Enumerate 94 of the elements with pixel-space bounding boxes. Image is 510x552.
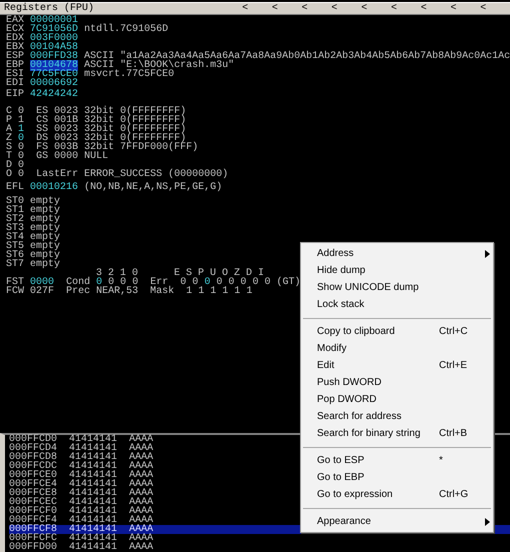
register-comment: ntdll.7C91056D — [84, 24, 168, 35]
error-bit[interactable]: 0 — [240, 277, 246, 288]
register-name: EDI — [6, 78, 24, 89]
flag-value[interactable]: 0 — [18, 142, 24, 153]
condition-bits-header: 3 2 1 0 — [96, 268, 138, 279]
stack-row[interactable]: 000FFCFC 41414141 AAAA — [9, 534, 154, 543]
menu-item[interactable]: Copy to clipboard Ctrl+C — [301, 323, 493, 340]
mask-bit[interactable]: 1 — [186, 286, 192, 297]
register-name: EIP — [6, 89, 24, 100]
menu-item[interactable]: Go to ESP * — [301, 452, 493, 469]
scroll-left-arrow[interactable]: < — [390, 3, 421, 14]
flag-value[interactable]: 0 — [18, 160, 24, 171]
flag-value[interactable]: 0 — [18, 151, 24, 162]
error-bit[interactable]: 0 — [204, 277, 210, 288]
register-comment: msvcrt.77C5FCE0 — [84, 69, 174, 80]
menu-item[interactable]: Show UNICODE dump — [301, 279, 493, 296]
error-bit[interactable]: 0 — [264, 277, 270, 288]
mask-bit[interactable]: 1 — [222, 286, 228, 297]
stack-row[interactable]: 000FFCEC 41414141 AAAA — [9, 498, 154, 507]
error-bits-header: E S P U O Z D I — [174, 268, 264, 279]
fpu-register-value: empty — [30, 232, 60, 243]
menu-item[interactable]: Edit Ctrl+E — [301, 357, 493, 374]
menu-item[interactable]: Go to expression Ctrl+G — [301, 486, 493, 503]
register-value[interactable]: 42424242 — [30, 89, 78, 100]
flag-name: O — [6, 169, 12, 180]
fpu-register-value: empty — [30, 214, 60, 225]
register-name: FCW — [6, 286, 24, 297]
flag-value[interactable]: 0 — [18, 169, 24, 180]
scroll-left-arrow[interactable]: < — [242, 3, 272, 14]
stack-row[interactable]: 000FFD00 41414141 AAAA — [9, 543, 154, 552]
mask-bit[interactable]: 1 — [246, 286, 252, 297]
menu-item[interactable]: Go to EBP — [301, 469, 493, 486]
stack-value: 41414141 — [69, 542, 118, 552]
register-value[interactable]: 000FFD38 — [30, 51, 78, 62]
menu-item[interactable]: Hide dump — [301, 262, 493, 279]
pane-title: Registers (FPU) — [3, 3, 96, 14]
error-bit[interactable]: 0 — [228, 277, 234, 288]
mask-label: Mask — [150, 286, 174, 297]
fpu-register-value: empty — [30, 205, 60, 216]
menu-item[interactable]: Search for binary string Ctrl+B — [301, 425, 493, 442]
flag-name: Z — [6, 133, 12, 144]
compare-result: (GT) — [276, 277, 301, 288]
error-bit[interactable]: 0 — [216, 277, 222, 288]
scroll-left-arrow[interactable]: < — [480, 3, 510, 14]
stack-row[interactable]: 000FFCF4 41414141 AAAA — [9, 516, 154, 525]
stack-row[interactable]: 000FFCE0 41414141 AAAA — [9, 471, 154, 480]
mask-bit[interactable]: 1 — [234, 286, 240, 297]
register-value[interactable]: 027F — [30, 286, 54, 297]
scroll-left-arrow[interactable]: < — [420, 3, 450, 14]
scroll-left-arrow[interactable]: < — [361, 3, 391, 14]
menu-item[interactable]: Pop DWORD — [301, 391, 493, 408]
stack-row[interactable]: 000FFCE8 41414141 AAAA — [9, 489, 154, 498]
fpu-register-value: empty — [30, 250, 60, 261]
stack-row[interactable]: 000FFCD4 41414141 AAAA — [9, 444, 154, 453]
stack-row[interactable]: 000FFCD8 41414141 AAAA — [9, 453, 154, 462]
fpu-register-value: empty — [30, 223, 60, 234]
precision-value: NEAR,53 — [96, 286, 138, 297]
mask-bit[interactable]: 1 — [210, 286, 216, 297]
menu-item[interactable]: Push DWORD — [301, 374, 493, 391]
stack-row[interactable]: 000FFCE4 41414141 AAAA — [9, 480, 154, 489]
stack-row[interactable]: 000FFCDC 41414141 AAAA — [9, 462, 154, 471]
flag-name: D — [6, 160, 12, 171]
stack-address: 000FFD00 — [9, 542, 58, 552]
scroll-left-arrow[interactable]: < — [331, 3, 362, 14]
scroll-left-arrow[interactable]: < — [272, 3, 302, 14]
fpu-register-name: ST7 — [6, 259, 24, 270]
scroll-left-arrow[interactable]: < — [450, 3, 480, 14]
flag-value[interactable]: 0 — [18, 133, 24, 144]
stack-ascii: AAAA — [129, 542, 154, 552]
fpu-register-value: empty — [30, 196, 60, 207]
menu-item[interactable]: Search for address — [301, 408, 493, 425]
menu-item[interactable]: Modify — [301, 340, 493, 357]
flags-decoded: (NO,NB,NE,A,NS,PE,GE,G) — [84, 182, 222, 193]
mask-bit[interactable]: 1 — [198, 286, 204, 297]
scroll-left-arrow[interactable]: < — [302, 3, 332, 14]
register-value[interactable]: 00006692 — [30, 78, 78, 89]
condition-bit[interactable]: 0 — [120, 277, 126, 288]
fpu-register-value: empty — [30, 259, 60, 270]
stack-row[interactable]: 000FFCF0 41414141 AAAA — [9, 507, 154, 516]
register-value[interactable]: 00104678 — [30, 60, 78, 71]
fpu-register-value: empty — [30, 241, 60, 252]
error-bit[interactable]: 0 — [180, 277, 186, 288]
menu-item[interactable]: Address — [301, 245, 493, 262]
error-bit[interactable]: 0 — [252, 277, 258, 288]
register-name: EFL — [6, 182, 24, 193]
flag-value[interactable]: 1 — [18, 124, 24, 135]
segment-info: LastErr ERROR_SUCCESS (00000000) — [36, 169, 228, 180]
error-bit[interactable]: 0 — [192, 277, 198, 288]
precision-label: Prec — [66, 286, 90, 297]
segment-info: GS 0000 NULL — [36, 151, 108, 162]
stack-row[interactable]: 000FFCD0 41414141 AAAA — [9, 435, 154, 444]
register-value[interactable]: 00010216 — [30, 182, 78, 193]
condition-bit[interactable]: 0 — [132, 277, 138, 288]
menu-item[interactable]: Lock stack — [301, 296, 493, 313]
